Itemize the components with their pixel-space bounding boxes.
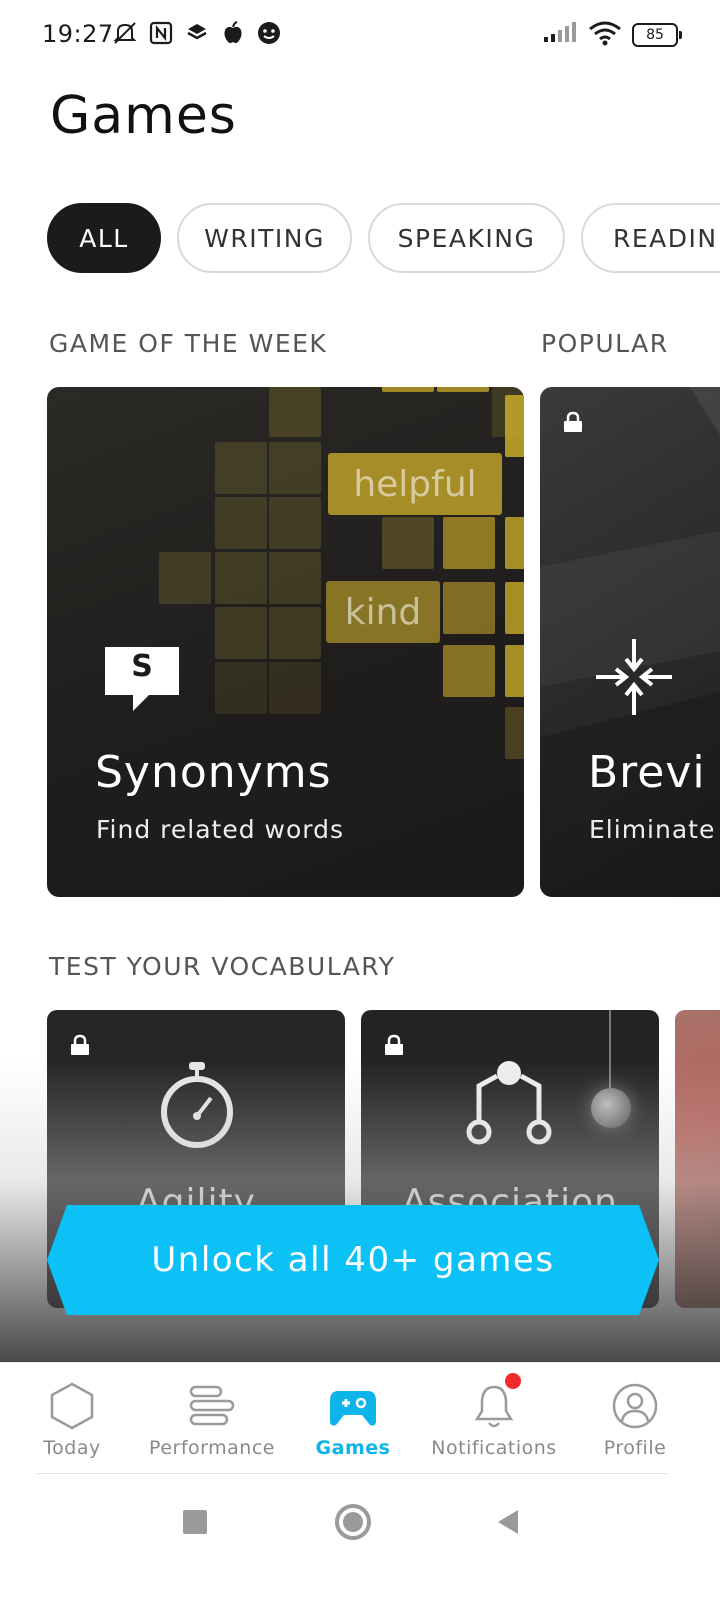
recents-button[interactable]	[183, 1510, 207, 1534]
decor-tile	[269, 662, 321, 714]
decor-tile	[505, 707, 524, 759]
pendulum-string	[609, 1010, 611, 1094]
speech-bubble-letter: S	[131, 649, 153, 684]
decor-tile	[382, 517, 434, 569]
next-vocab-card[interactable]	[675, 1010, 720, 1308]
section-test-your-vocabulary: TEST YOUR VOCABULARY	[49, 952, 396, 981]
decor-tile	[269, 387, 321, 437]
smiley-icon	[256, 20, 282, 46]
lock-icon	[562, 411, 584, 433]
section-popular[interactable]: POPULAR	[541, 329, 669, 358]
nav-item-notifications[interactable]: Notifications	[422, 1363, 566, 1476]
filter-chip-writing[interactable]: WRITING	[177, 203, 352, 273]
section-game-of-the-week: GAME OF THE WEEK	[49, 329, 328, 358]
decor-tile	[443, 645, 495, 697]
decor-tile	[215, 662, 267, 714]
decor-tile	[159, 552, 211, 604]
nav-item-today[interactable]: Today	[0, 1363, 144, 1476]
hexagon-icon	[47, 1381, 97, 1431]
page-title: Games	[50, 86, 237, 146]
status-notification-icons	[112, 20, 282, 46]
nav-label-performance: Performance	[149, 1437, 275, 1459]
notification-badge	[505, 1373, 521, 1389]
decor-tile	[505, 517, 524, 569]
synonyms-title: Synonyms	[95, 747, 332, 798]
filter-chip-reading[interactable]: READIN	[581, 203, 720, 273]
home-button[interactable]	[335, 1504, 371, 1540]
status-system-icons: 85	[542, 20, 682, 50]
decor-tile	[215, 552, 267, 604]
synonyms-game-card[interactable]: helpful kind S Synonyms Find related wor…	[47, 387, 524, 897]
unlock-all-games-button[interactable]: Unlock all 40+ games	[47, 1205, 659, 1315]
decor-tile	[437, 387, 489, 392]
nav-item-performance[interactable]: Performance	[140, 1363, 284, 1476]
decor-tile	[443, 517, 495, 569]
word-tile-helpful: helpful	[328, 453, 502, 515]
stack-icon	[184, 20, 210, 46]
nav-item-games[interactable]: Games	[281, 1363, 425, 1476]
nav-divider	[36, 1473, 668, 1474]
compress-arrows-icon	[594, 637, 674, 717]
nfc-icon	[148, 20, 174, 46]
nav-label-today: Today	[43, 1437, 101, 1459]
wifi-icon	[588, 20, 622, 50]
decor-tile	[505, 645, 524, 697]
speech-bubble-icon: S	[103, 645, 181, 713]
status-time: 19:27	[42, 20, 114, 48]
home-button-inner	[343, 1512, 363, 1532]
decor-tile	[505, 395, 524, 457]
nav-label-profile: Profile	[603, 1437, 667, 1459]
system-navigation-bar	[0, 1476, 720, 1600]
nav-item-profile[interactable]: Profile	[563, 1363, 707, 1476]
filter-chips: ALL WRITING SPEAKING READIN	[47, 203, 720, 275]
decor-tile	[382, 387, 434, 392]
battery-indicator: 85	[632, 23, 682, 47]
word-tile-kind: kind	[326, 581, 440, 643]
back-button[interactable]	[496, 1508, 520, 1540]
association-icon	[461, 1058, 561, 1148]
profile-icon	[610, 1381, 660, 1431]
brevity-subtitle: Eliminate	[589, 815, 716, 844]
decor-tile	[269, 552, 321, 604]
brevity-title: Brevi	[588, 747, 706, 798]
pendulum-ball	[591, 1088, 631, 1128]
bell-muted-icon	[112, 20, 138, 46]
filter-chip-all[interactable]: ALL	[47, 203, 161, 273]
decor-tile	[269, 442, 321, 494]
synonyms-subtitle: Find related words	[96, 815, 345, 844]
decor-tile	[269, 607, 321, 659]
decor-tile	[505, 582, 524, 634]
decor-tile	[215, 497, 267, 549]
decor-tile	[215, 442, 267, 494]
decor-tile	[215, 607, 267, 659]
apple-icon	[220, 20, 246, 46]
status-bar: 19:27 85	[0, 0, 720, 70]
bars-icon	[187, 1381, 237, 1431]
nav-label-games: Games	[315, 1437, 391, 1459]
lock-icon	[383, 1034, 405, 1056]
stopwatch-icon	[157, 1060, 237, 1150]
decor-tile	[443, 582, 495, 634]
signal-icon	[542, 22, 578, 48]
filter-chip-speaking[interactable]: SPEAKING	[368, 203, 565, 273]
bottom-navigation: Today Performance Games Notifications Pr…	[0, 1362, 720, 1475]
lock-icon	[69, 1034, 91, 1056]
nav-label-notifications: Notifications	[431, 1437, 557, 1459]
gamepad-icon	[328, 1381, 378, 1431]
decor-tile	[269, 497, 321, 549]
brevity-game-card[interactable]: Brevi Eliminate	[540, 387, 720, 897]
bell-icon	[469, 1373, 521, 1431]
